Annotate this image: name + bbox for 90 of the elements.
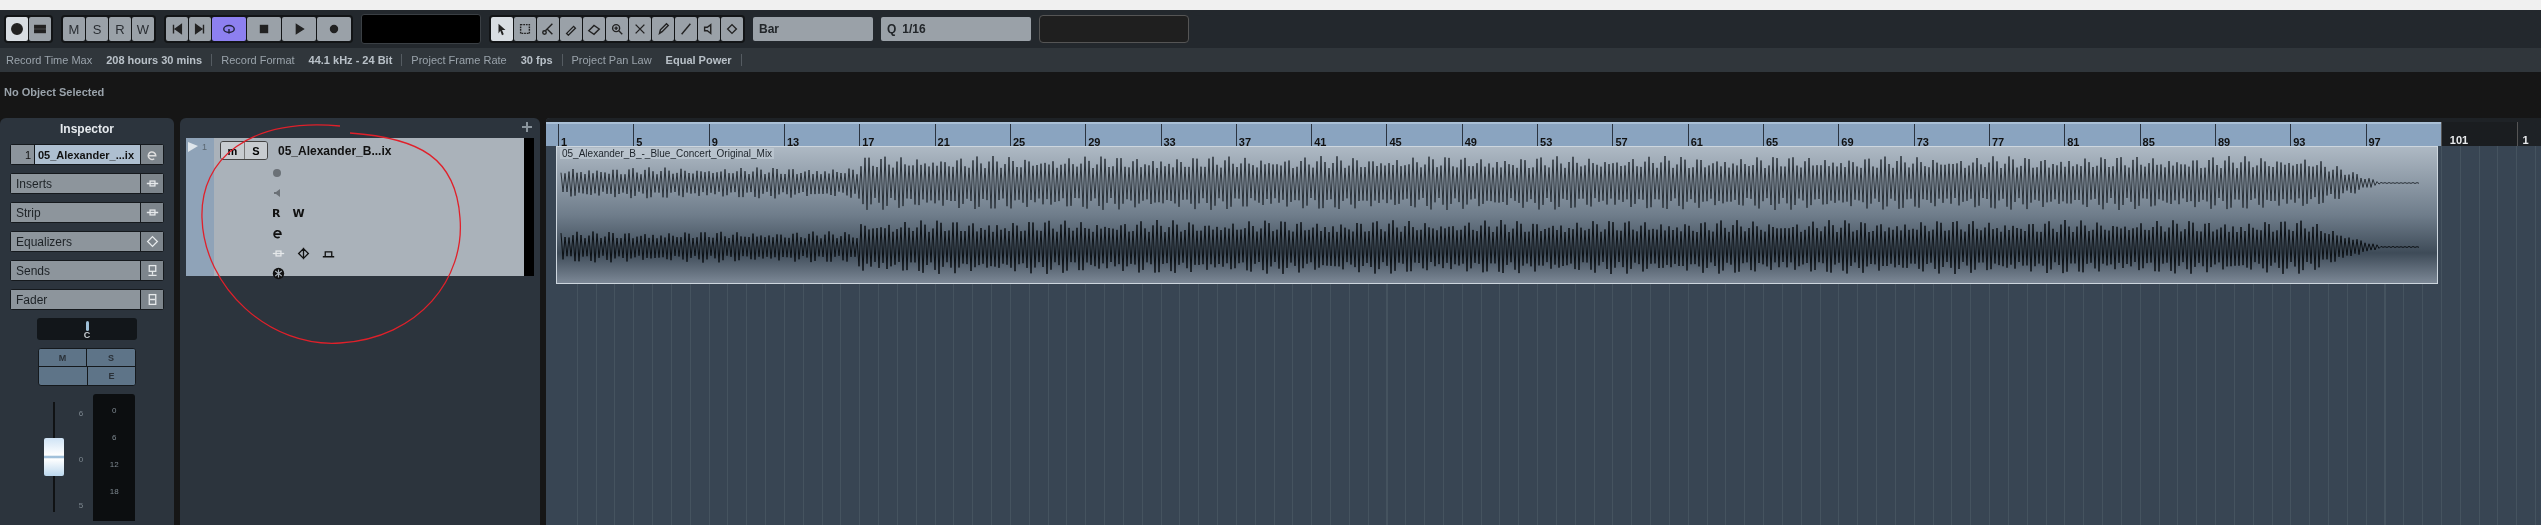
transport-button[interactable] [166,17,188,41]
event-name: 05_Alexander_B_-_Blue_Concert_Original_Mix [560,148,775,159]
bar-number: 101 [2440,122,2518,146]
solo-button[interactable]: S [244,142,267,159]
insert-icon [145,177,159,190]
scale-label: 12 [109,460,119,469]
tool-button[interactable] [583,17,605,41]
sends-icon [145,264,159,277]
info-label: Record Time Max [6,54,93,66]
tool-button[interactable] [698,17,720,41]
info-value: 30 fps [520,54,553,66]
automation-button[interactable]: M [63,17,85,41]
info-label: Project Frame Rate [411,54,507,66]
scale-label: 5 [78,500,84,510]
scale-label: 6 [112,433,117,442]
transport-button[interactable] [212,17,246,41]
quantize-dropdown[interactable]: Q 1/16 [881,17,1031,41]
transport-button[interactable] [247,17,281,41]
info-label: Record Format [221,54,295,66]
edit-button[interactable] [141,145,163,164]
zoom-icon [610,22,624,36]
line-icon [679,22,693,36]
track-number: 1 [11,145,34,164]
tool-button[interactable] [652,17,674,41]
transport-button[interactable] [282,17,316,41]
insert-icon [145,206,159,219]
section-icon-button[interactable] [141,290,163,309]
channel-button[interactable]: M [39,349,87,367]
range-icon [518,22,532,36]
add-track-button[interactable] [522,120,532,135]
section-icon-button[interactable] [141,203,163,222]
track-name-field[interactable]: 05_Alexander_...ix [35,145,140,164]
freeze-icon[interactable] [272,266,285,280]
section-button[interactable]: Fader [11,290,140,309]
automation-button[interactable]: R [109,17,131,41]
tool-button[interactable] [514,17,536,41]
track-name: 05_Alexander_B...ix [278,143,392,158]
inspector-title: Inspector [59,122,115,136]
tool-button[interactable] [537,17,559,41]
grid-type-dropdown[interactable]: Bar [753,17,873,41]
section-icon-button[interactable] [141,174,163,193]
pan-control[interactable]: C [37,318,137,340]
status-text: No Object Selected [4,86,105,98]
diamond-icon [145,235,159,248]
ruler[interactable]: 1 5 9 13 17 21 25 29 33 37 41 45 49 53 57 61 65 69 73 77 81 85 89 93 97 [546,122,2441,146]
bar-number: 1 [2517,122,2541,146]
skip-back-icon [170,22,184,36]
section-button[interactable]: Equalizers [11,232,140,251]
scale-label: 0 [78,455,84,464]
section-button[interactable]: Sends [11,261,140,280]
section-button[interactable]: Strip [11,203,140,222]
cycle-icon [222,22,236,36]
tool-button[interactable] [560,17,582,41]
section-icon-button[interactable] [141,261,163,280]
stop-icon [257,22,271,36]
automation-button[interactable]: W [132,17,154,41]
view-toggle[interactable] [29,17,51,41]
info-label: Project Pan Law [571,54,652,66]
diamond-icon[interactable] [297,246,310,260]
record-icon [327,22,341,36]
section-button[interactable]: Inserts [11,174,140,193]
tool-button[interactable] [721,17,743,41]
tool-button[interactable] [606,17,628,41]
plus-icon [522,122,532,132]
tool-button[interactable] [629,17,651,41]
section-icon-button[interactable] [141,232,163,251]
layout-icon [33,22,47,36]
info-value: 44.1 kHz - 24 Bit [308,54,393,66]
fader-handle[interactable] [43,438,64,476]
info-value: Equal Power [665,54,732,66]
automation-button[interactable]: S [86,17,108,41]
scale-label: 18 [109,487,119,496]
audio-event[interactable]: 05_Alexander_B_-_Blue_Concert_Original_Mix [556,146,2438,284]
view-toggle[interactable] [6,17,28,41]
tool-button[interactable] [491,17,513,41]
e-icon [146,148,158,161]
transport-button[interactable] [189,17,211,41]
track-number: 1 [202,142,207,154]
write-button[interactable]: W [292,206,305,220]
e-icon[interactable] [272,227,283,239]
scissors-icon [541,22,555,36]
channel-button[interactable]: S [87,349,135,367]
info-value: 208 hours 30 mins [106,54,203,66]
scale-label: 0 [112,406,117,415]
read-button[interactable]: R [272,206,281,220]
pencil-icon [656,22,670,36]
close-icon [633,22,647,36]
transport-button[interactable] [317,17,351,41]
scale-label: 6 [78,409,84,419]
skip-forward-icon [193,22,207,36]
